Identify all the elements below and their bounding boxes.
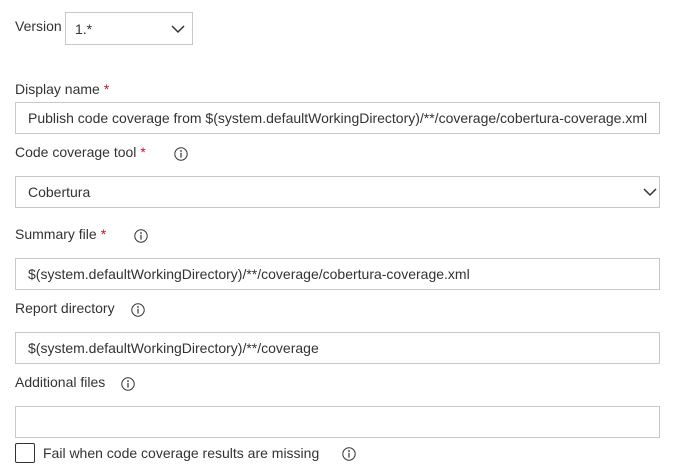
code-coverage-tool-value: Cobertura [28,184,91,200]
version-label: Version [15,18,62,34]
chevron-down-icon [643,188,657,197]
report-directory-input[interactable]: $(system.defaultWorkingDirectory)/**/cov… [15,332,660,364]
required-marker: * [103,81,110,97]
fail-when-missing-checkbox[interactable] [15,443,35,463]
additional-files-input[interactable] [15,406,660,438]
info-icon[interactable] [121,377,135,391]
version-select[interactable]: 1.* [65,12,193,45]
display-name-label: Display name * [15,80,109,98]
code-coverage-tool-label-text: Code coverage tool [15,144,137,160]
summary-file-input[interactable]: $(system.defaultWorkingDirectory)/**/cov… [15,258,660,290]
code-coverage-tool-select[interactable]: Cobertura [15,176,660,208]
info-icon[interactable] [134,229,148,243]
report-directory-value: $(system.defaultWorkingDirectory)/**/cov… [28,340,319,356]
required-marker: * [140,144,146,160]
code-coverage-tool-label: Code coverage tool * [15,143,146,161]
summary-file-label-text: Summary file [15,226,97,242]
display-name-value: Publish code coverage from $(system.defa… [28,110,648,126]
additional-files-label: Additional files [15,374,106,390]
fail-when-missing-label: Fail when code coverage results are miss… [43,445,320,461]
report-directory-label: Report directory [15,300,115,316]
required-marker: * [100,226,107,242]
display-name-input[interactable]: Publish code coverage from $(system.defa… [15,102,660,134]
info-icon[interactable] [174,147,188,161]
summary-file-value: $(system.defaultWorkingDirectory)/**/cov… [28,266,470,282]
info-icon[interactable] [131,303,145,317]
summary-file-label: Summary file * [15,225,106,243]
chevron-down-icon [171,25,185,34]
version-value: 1.* [75,21,93,37]
info-icon[interactable] [342,447,356,461]
display-name-label-text: Display name [15,81,100,97]
task-settings-form: Version 1.* Display name * Publish code c… [0,0,680,466]
